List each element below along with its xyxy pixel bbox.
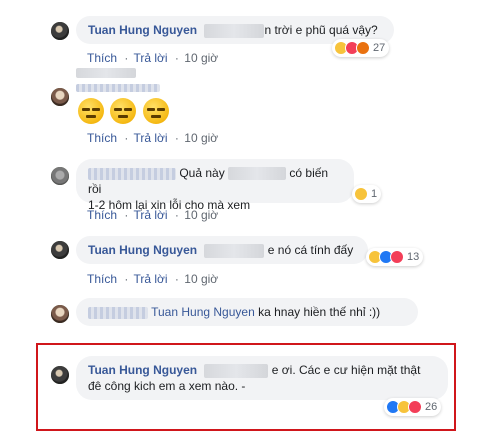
avatar[interactable] bbox=[51, 88, 69, 106]
separator: · bbox=[124, 51, 129, 65]
avatar[interactable] bbox=[51, 241, 69, 259]
separator: · bbox=[174, 272, 179, 286]
comment-text: n trời e phũ quá vậy? bbox=[264, 23, 378, 37]
comment-bubble: Quả này có biến rồi 1-2 hôm lại xin lỗi … bbox=[76, 159, 354, 212]
timestamp[interactable]: 10 giờ bbox=[184, 208, 218, 222]
reaction-count: 26 bbox=[425, 401, 438, 413]
comment-author[interactable]: Tuan Hung Nguyen bbox=[88, 363, 197, 377]
comment-text-line1: Quả này bbox=[179, 166, 225, 180]
comment-text-line2: đê công kich em a xem nào. - bbox=[88, 379, 246, 393]
redacted-text bbox=[228, 167, 287, 181]
redacted-text bbox=[204, 243, 265, 258]
reactions-summary[interactable]: 1 bbox=[352, 185, 382, 203]
haha-reaction-icon bbox=[354, 187, 368, 201]
redacted-author bbox=[88, 167, 176, 180]
reply-link[interactable]: Trả lời bbox=[133, 51, 167, 65]
love-reaction-icon bbox=[408, 400, 422, 414]
separator: · bbox=[124, 208, 129, 222]
redacted-text bbox=[204, 363, 269, 378]
redacted-name bbox=[76, 68, 136, 78]
comment-bubble: Tuan Hung Nguyen ka hnay hiền thế nhỉ :)… bbox=[76, 298, 418, 326]
comment-author[interactable]: Tuan Hung Nguyen bbox=[88, 243, 197, 257]
comment-bubble: Tuan Hung Nguyen e nó cá tính đấy bbox=[76, 236, 368, 264]
comment-actions: Thích · Trả lời · 10 giờ bbox=[87, 208, 220, 222]
redacted-author bbox=[88, 306, 148, 319]
comment-text: e nó cá tính đấy bbox=[267, 243, 354, 257]
avatar[interactable] bbox=[51, 167, 69, 185]
separator: · bbox=[174, 208, 179, 222]
avatar[interactable] bbox=[51, 305, 69, 323]
reply-link[interactable]: Trả lời bbox=[133, 272, 167, 286]
comment-actions: Thích · Trả lời · 10 giờ bbox=[87, 51, 220, 65]
separator: · bbox=[124, 272, 129, 286]
comment-text: ka hnay hiền thế nhỉ :)) bbox=[258, 305, 381, 319]
like-link[interactable]: Thích bbox=[87, 272, 117, 286]
separator: · bbox=[174, 51, 179, 65]
reply-link[interactable]: Trả lời bbox=[133, 208, 167, 222]
angry-reaction-icon bbox=[356, 41, 370, 55]
redacted-author bbox=[76, 84, 160, 92]
comment-text-line1: e ơi. Các e cư hiện mặt thật bbox=[271, 363, 421, 377]
timestamp[interactable]: 10 giờ bbox=[184, 272, 218, 286]
expressionless-emoji-icon bbox=[142, 98, 169, 124]
timestamp[interactable]: 10 giờ bbox=[184, 51, 218, 65]
avatar[interactable] bbox=[51, 22, 69, 40]
like-link[interactable]: Thích bbox=[87, 131, 117, 145]
separator: · bbox=[174, 131, 179, 145]
comment-bubble: Tuan Hung Nguyen e ơi. Các e cư hiện mặt… bbox=[76, 356, 448, 400]
expressionless-emoji-icon bbox=[78, 98, 104, 124]
emoji-content bbox=[78, 98, 172, 127]
reaction-count: 13 bbox=[407, 251, 420, 263]
love-reaction-icon bbox=[390, 250, 404, 264]
timestamp[interactable]: 10 giờ bbox=[184, 131, 218, 145]
reactions-summary[interactable]: 13 bbox=[366, 248, 424, 266]
like-link[interactable]: Thích bbox=[87, 208, 117, 222]
reaction-count: 27 bbox=[373, 42, 386, 54]
like-link[interactable]: Thích bbox=[87, 51, 117, 65]
mention-link[interactable]: Tuan Hung Nguyen bbox=[151, 305, 255, 319]
reply-link[interactable]: Trả lời bbox=[133, 131, 167, 145]
redacted-text bbox=[204, 23, 265, 38]
reactions-summary[interactable]: 26 bbox=[384, 398, 442, 416]
avatar[interactable] bbox=[51, 366, 69, 384]
comment-actions: Thích · Trả lời · 10 giờ bbox=[87, 131, 220, 145]
reactions-summary[interactable]: 27 bbox=[332, 39, 390, 57]
separator: · bbox=[124, 131, 129, 145]
comment-author[interactable]: Tuan Hung Nguyen bbox=[88, 23, 197, 37]
reaction-count: 1 bbox=[371, 188, 378, 200]
comment-actions: Thích · Trả lời · 10 giờ bbox=[87, 272, 220, 286]
expressionless-emoji-icon bbox=[110, 98, 137, 124]
